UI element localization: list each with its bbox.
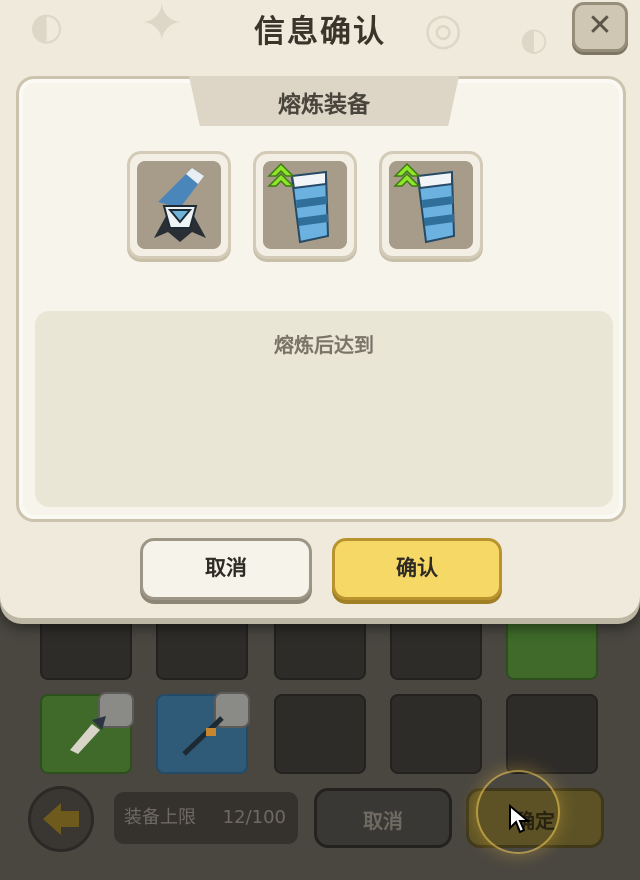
- close-button[interactable]: ✕: [572, 2, 628, 52]
- limit-count: 12/100: [222, 807, 286, 828]
- confirm-dialog: ✦ ◐ ◎ ◐ 信息确认 ✕ 熔炼装备 熔炼后达到 取消 确认: [0, 0, 640, 618]
- staff-weapon-icon: [182, 716, 224, 756]
- section-title: 熔炼装备: [278, 92, 370, 118]
- close-x-icon: ✕: [587, 8, 613, 43]
- mouse-cursor-icon: [509, 804, 530, 834]
- confirm-button[interactable]: 确认: [332, 538, 502, 600]
- equipment-slot[interactable]: [127, 151, 231, 259]
- bg-cancel-button[interactable]: 取消: [314, 788, 452, 848]
- left-arrow-icon: [43, 803, 79, 835]
- smelt-panel: 熔炼装备 熔炼后达到: [16, 76, 626, 522]
- inventory-slot[interactable]: [390, 694, 482, 774]
- limit-label: 装备上限: [124, 807, 196, 828]
- upgrade-arrow-icon: [267, 162, 295, 187]
- equipment-slot[interactable]: [379, 151, 483, 259]
- inventory-slot[interactable]: [40, 692, 134, 774]
- cancel-button[interactable]: 取消: [140, 538, 312, 600]
- cape-icon: [154, 168, 206, 242]
- equipment-limit: 装备上限 12/100: [114, 792, 298, 844]
- inventory-slot[interactable]: [506, 694, 598, 774]
- dialog-title: 信息确认: [254, 14, 386, 50]
- inventory-slot[interactable]: [274, 694, 366, 774]
- upgrade-arrow-icon: [393, 162, 421, 187]
- equipment-slot[interactable]: [253, 151, 357, 259]
- smelt-result-label: 熔炼后达到: [274, 333, 374, 357]
- back-arrow-button[interactable]: [28, 786, 94, 852]
- inventory-slot[interactable]: [156, 692, 250, 774]
- smelt-result-box: 熔炼后达到: [35, 311, 613, 507]
- claw-weapon-icon: [70, 716, 106, 754]
